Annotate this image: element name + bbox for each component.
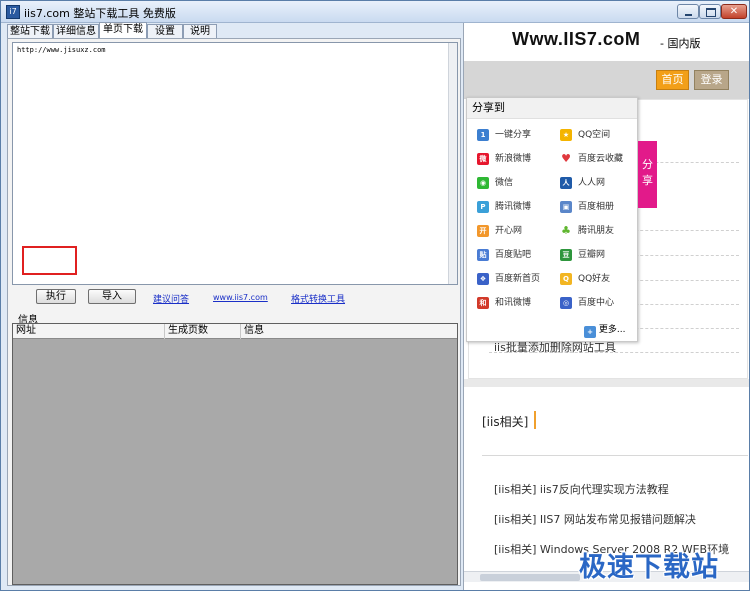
login-button[interactable]: 登录	[694, 70, 729, 90]
plus-icon: +	[584, 326, 596, 338]
share-tab-button[interactable]: 分享	[638, 141, 657, 208]
share-item-label: 开心网	[495, 226, 523, 236]
suggest-link[interactable]: 建议问答	[153, 292, 189, 305]
home-button[interactable]: 首页	[656, 70, 689, 90]
site-subtitle: - 国内版	[660, 37, 701, 50]
url-input-value: http://www.jisuxz.com	[17, 46, 106, 54]
heart-icon: ♥	[560, 152, 572, 165]
url-input[interactable]: http://www.jisuxz.com	[12, 42, 458, 285]
app-window: i7 iis7.com 整站下载工具 免费版 ✕ 整站下载 详细信息 单页下载 …	[0, 0, 750, 591]
web-browser-panel: Www.IIS7.coM - 国内版 首页 登录 iis批量添加删除网站工具 分…	[463, 23, 749, 590]
article-link[interactable]: [iis相关] IIS7 网站发布常见报错问题解决	[494, 511, 696, 527]
paw-icon: ❖	[477, 273, 489, 285]
share-item-label: 人人网	[578, 178, 606, 188]
site-link[interactable]: www.iis7.com	[213, 293, 268, 302]
app-icon: i7	[6, 5, 20, 19]
oneclick-share-icon: 1	[477, 129, 489, 141]
article-link[interactable]: [iis相关] iis7反向代理实现方法教程	[494, 481, 669, 497]
section-title: [iis相关]	[482, 415, 529, 429]
maximize-icon	[700, 5, 720, 18]
share-item-label: 豆瓣网	[578, 250, 606, 260]
share-tab-char: 享	[642, 174, 653, 187]
share-item-label: 新浪微博	[495, 154, 532, 164]
result-grid[interactable]: 网址 生成页数 信息	[12, 323, 458, 585]
tieba-icon: 贴	[477, 249, 489, 261]
clover-icon: ♣	[560, 224, 572, 237]
share-item-label: 腾讯微博	[495, 202, 532, 212]
baidu-center-icon: ◎	[560, 297, 572, 309]
tencent-weibo-icon: P	[477, 201, 489, 213]
hexun-icon: 和	[477, 297, 489, 309]
douban-icon: 豆	[560, 249, 572, 261]
share-item-label: 百度贴吧	[495, 250, 532, 260]
tab-help[interactable]: 说明	[183, 24, 217, 39]
weibo-icon: 微	[477, 153, 489, 165]
convert-tool-link[interactable]: 格式转换工具	[291, 292, 345, 305]
wechat-icon: ◉	[477, 177, 489, 189]
minimize-button[interactable]	[677, 4, 699, 19]
section-divider	[482, 455, 748, 456]
url-input-scrollbar[interactable]	[448, 43, 457, 284]
minimize-icon	[678, 5, 698, 18]
qzone-icon: ★	[560, 129, 572, 141]
site-title: Www.IIS7.coM	[512, 29, 641, 49]
share-item-label: 和讯微博	[495, 298, 532, 308]
qq-icon: Q	[560, 273, 572, 285]
share-item-label: 微信	[495, 178, 514, 188]
column-header-info[interactable]: 信息	[241, 324, 459, 339]
share-item-label: 百度中心	[578, 298, 615, 308]
grid-header: 网址 生成页数 信息	[13, 324, 457, 339]
share-item-label: 腾讯朋友	[578, 226, 615, 236]
share-panel-title: 分享到	[467, 98, 637, 119]
tab-single-page[interactable]: 单页下载	[99, 22, 147, 39]
share-tab-char: 分	[642, 158, 653, 171]
single-page-panel: http://www.jisuxz.com 执行 导入 建议问答 www.iis…	[7, 38, 461, 586]
column-header-page-count[interactable]: 生成页数	[165, 324, 241, 339]
section-accent-bar	[534, 411, 536, 429]
close-button[interactable]: ✕	[721, 4, 747, 19]
column-header-url[interactable]: 网址	[13, 324, 165, 339]
section-separator	[464, 379, 749, 387]
share-panel: 分享到 1 一键分享 ★ QQ空间 微新浪微博 ♥ 百度云收藏 ◉ 微信 人人人网 P腾…	[466, 97, 638, 342]
close-icon: ✕	[729, 6, 739, 17]
scrollbar-thumb[interactable]	[480, 574, 580, 581]
kaixin-icon: 开	[477, 225, 489, 237]
maximize-button[interactable]	[699, 4, 721, 19]
photo-album-icon: ▣	[560, 201, 572, 213]
share-item-label: 百度云收藏	[578, 154, 624, 164]
share-item-label: 百度新首页	[495, 274, 541, 284]
watermark-text: 极速下载站	[579, 552, 719, 583]
execute-highlight-box	[22, 246, 77, 275]
tab-settings[interactable]: 设置	[147, 24, 183, 39]
tab-site-download[interactable]: 整站下载	[7, 24, 53, 39]
renren-icon: 人	[560, 177, 572, 189]
share-item-label: QQ空间	[578, 130, 611, 140]
share-item-label: 百度相册	[578, 202, 615, 212]
share-more-label: 更多...	[598, 325, 626, 335]
title-bar: i7 iis7.com 整站下载工具 免费版 ✕	[1, 1, 749, 23]
import-button[interactable]: 导入	[88, 289, 136, 304]
tab-details[interactable]: 详细信息	[53, 24, 99, 39]
window-title: iis7.com 整站下载工具 免费版	[24, 7, 176, 20]
execute-button[interactable]: 执行	[36, 289, 76, 304]
share-item-label: QQ好友	[578, 274, 611, 284]
share-item-label: 一键分享	[495, 130, 532, 140]
share-more-button[interactable]: + 更多...	[584, 323, 626, 338]
